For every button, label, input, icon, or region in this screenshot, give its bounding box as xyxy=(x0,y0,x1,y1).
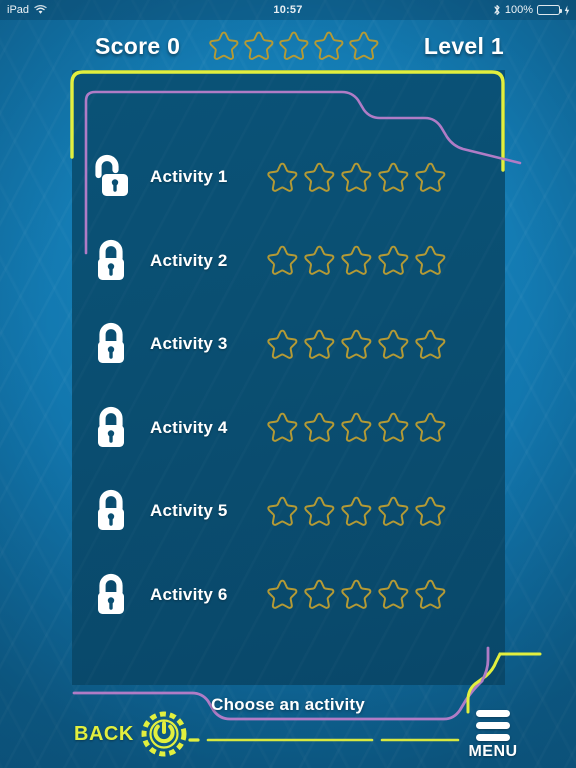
status-right-group: 100% xyxy=(493,0,570,20)
activity-row[interactable]: Activity 4 xyxy=(72,399,505,457)
activity-star-rating xyxy=(266,161,447,194)
star-empty-icon xyxy=(378,329,409,359)
star-empty-icon xyxy=(341,412,372,442)
star-empty-icon xyxy=(267,162,298,192)
star-empty-icon xyxy=(415,579,446,609)
star-empty-icon xyxy=(415,245,446,275)
activity-row[interactable]: Activity 1 xyxy=(72,148,505,206)
star-empty-icon xyxy=(209,31,239,60)
lock-icon xyxy=(98,322,124,363)
lock-icon xyxy=(98,239,124,280)
hamburger-bar xyxy=(476,734,510,741)
hamburger-bar xyxy=(476,722,510,729)
activity-label: Activity 4 xyxy=(150,417,228,437)
star-empty-icon xyxy=(304,245,335,275)
star-empty-icon xyxy=(341,329,372,359)
score-text: Score 0 xyxy=(95,32,181,59)
activity-row[interactable]: Activity 5 xyxy=(72,482,505,540)
star-empty-icon xyxy=(415,329,446,359)
activity-lock-closed xyxy=(72,487,150,535)
level-text: Level 1 xyxy=(423,32,504,59)
star-empty-icon xyxy=(267,329,298,359)
star-empty-icon xyxy=(304,162,335,192)
star-empty-icon xyxy=(267,496,298,526)
unlock-icon xyxy=(95,154,128,196)
star-empty-icon xyxy=(314,31,344,60)
activity-label: Activity 3 xyxy=(150,334,228,353)
hamburger-menu-icon xyxy=(476,710,510,741)
star-empty-icon xyxy=(304,329,335,359)
activity-row[interactable]: Activity 2 xyxy=(72,232,505,290)
star-empty-icon xyxy=(415,496,446,526)
menu-button-label: MENU xyxy=(468,743,518,760)
lock-icon xyxy=(98,406,124,447)
activity-list: Activity 1 Activity 2 Activity 3 Activity 4… xyxy=(72,70,505,650)
star-empty-icon xyxy=(267,579,298,609)
score-display: Score 0 xyxy=(95,24,180,68)
app-screen: iPad 10:57 100% Score 0 Level 1 Activity… xyxy=(0,0,576,768)
activity-label: Activity 1 xyxy=(150,167,228,186)
lock-icon xyxy=(98,573,124,614)
level-display: Level 1 xyxy=(424,24,504,68)
star-empty-icon xyxy=(415,412,446,442)
star-empty-icon xyxy=(349,31,379,60)
back-button-label: BACK xyxy=(74,722,134,745)
power-button-icon xyxy=(141,711,187,757)
back-button[interactable]: BACK xyxy=(74,711,187,757)
activity-row[interactable]: Activity 6 xyxy=(72,566,505,624)
star-empty-icon xyxy=(378,245,409,275)
star-empty-icon xyxy=(267,412,298,442)
activity-row[interactable]: Activity 3 xyxy=(72,315,505,373)
star-empty-icon xyxy=(415,162,446,192)
star-empty-icon xyxy=(341,496,372,526)
charging-bolt-icon xyxy=(564,5,570,15)
activity-lock-closed xyxy=(72,237,150,285)
menu-button[interactable]: MENU xyxy=(464,710,522,761)
ios-status-bar: iPad 10:57 100% xyxy=(0,0,576,20)
star-empty-icon xyxy=(304,579,335,609)
battery-percent-text: 100% xyxy=(504,4,533,16)
hamburger-bar xyxy=(476,710,510,717)
star-empty-icon xyxy=(244,31,274,60)
star-empty-icon xyxy=(341,579,372,609)
clock-text: 10:57 xyxy=(273,4,303,16)
star-empty-icon xyxy=(279,31,309,60)
activity-lock-closed xyxy=(72,320,150,368)
activity-star-rating xyxy=(266,244,447,277)
star-empty-icon xyxy=(378,579,409,609)
activity-lock-open xyxy=(72,153,150,201)
activity-star-rating xyxy=(266,328,447,361)
star-empty-icon xyxy=(378,496,409,526)
activity-label: Activity 5 xyxy=(150,501,228,520)
star-empty-icon xyxy=(267,245,298,275)
activity-star-rating xyxy=(266,411,447,444)
activity-lock-closed xyxy=(72,571,150,619)
star-empty-icon xyxy=(341,245,372,275)
activity-star-rating xyxy=(266,495,447,528)
star-empty-icon xyxy=(378,412,409,442)
battery-full-charging-icon xyxy=(537,5,562,15)
activity-label: Activity 2 xyxy=(150,250,228,270)
star-empty-icon xyxy=(304,496,335,526)
activity-star-rating xyxy=(266,578,447,611)
star-empty-icon xyxy=(378,162,409,192)
status-clock: 10:57 xyxy=(0,0,576,20)
bluetooth-icon xyxy=(494,4,500,16)
star-empty-icon xyxy=(341,162,372,192)
activity-label: Activity 6 xyxy=(150,584,228,604)
top-hud: Score 0 Level 1 xyxy=(0,24,576,68)
lock-icon xyxy=(98,489,124,530)
hud-star-rating xyxy=(208,24,380,68)
activity-lock-closed xyxy=(72,404,150,452)
star-empty-icon xyxy=(304,412,335,442)
